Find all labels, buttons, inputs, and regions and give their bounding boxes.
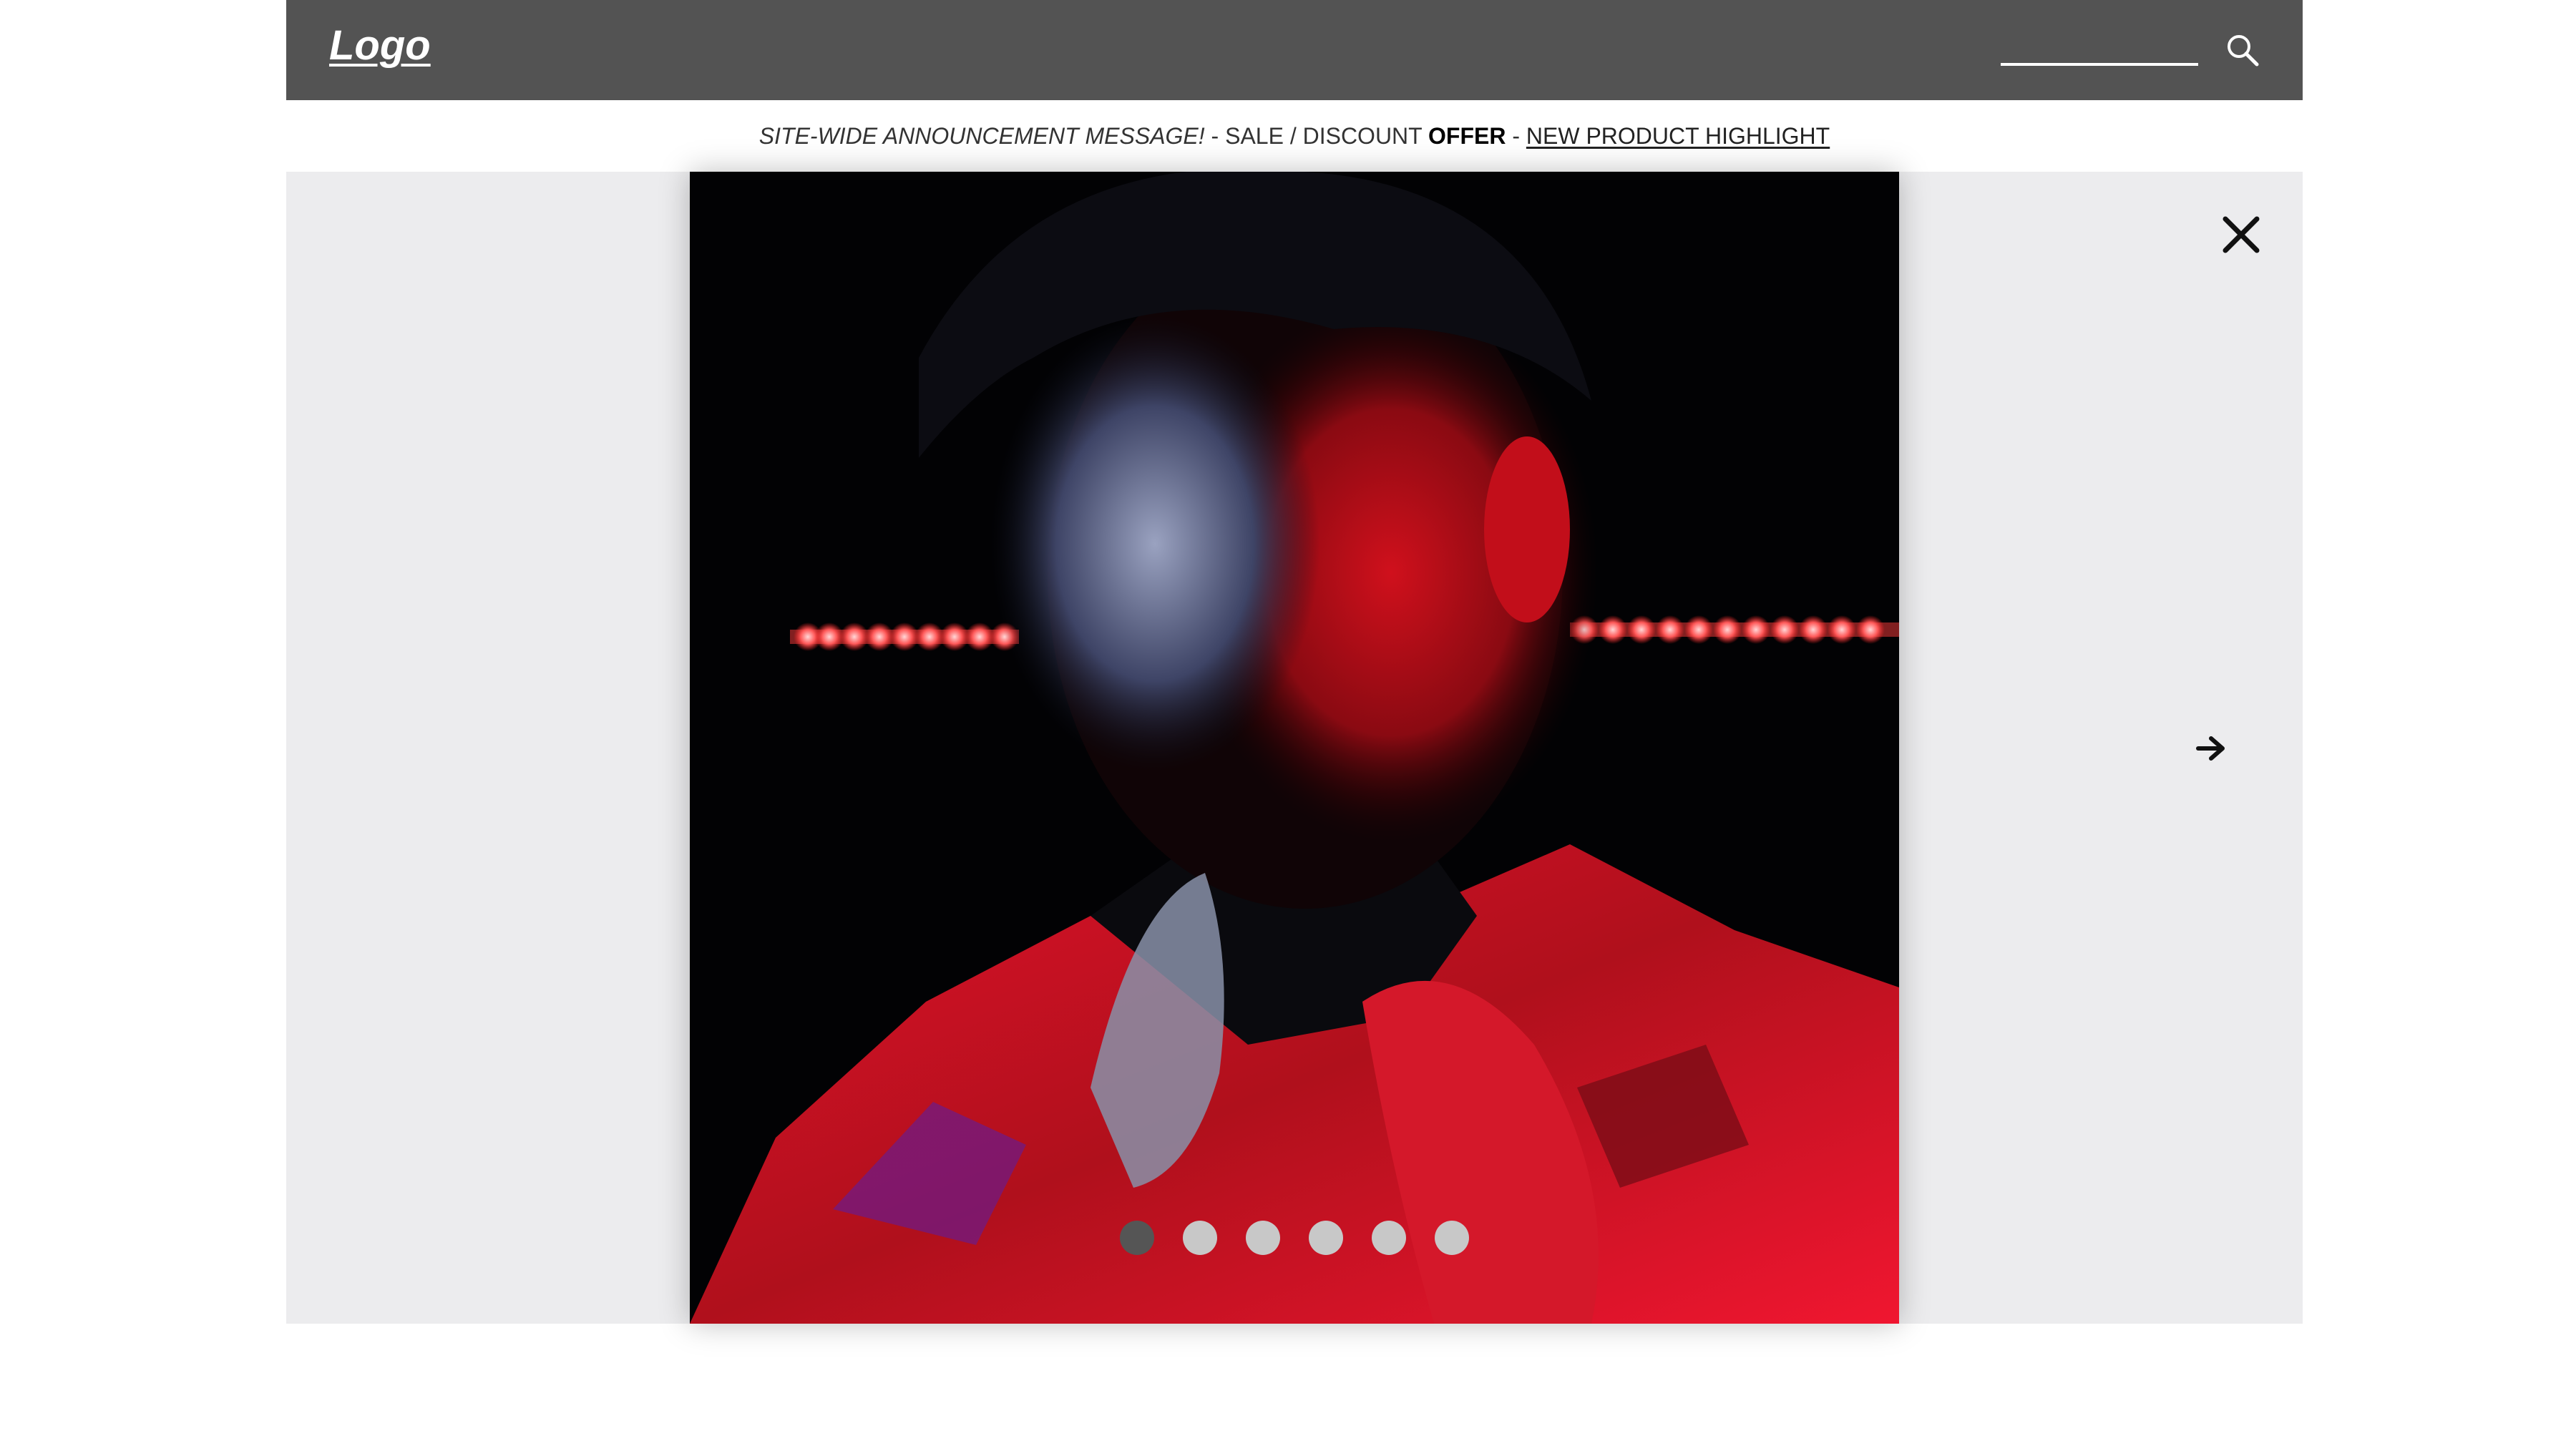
close-icon[interactable]: [2220, 213, 2263, 256]
carousel-dot[interactable]: [1435, 1221, 1469, 1255]
carousel-dot[interactable]: [1372, 1221, 1406, 1255]
product-image: [690, 172, 1899, 1324]
carousel-dot[interactable]: [1309, 1221, 1343, 1255]
logo-link[interactable]: Logo: [329, 21, 431, 69]
carousel-dot[interactable]: [1120, 1221, 1154, 1255]
announcement-message: SITE-WIDE ANNOUNCEMENT MESSAGE!: [758, 122, 1205, 149]
announcement-separator: - SALE / DISCOUNT: [1204, 122, 1429, 149]
new-product-link[interactable]: NEW PRODUCT HIGHLIGHT: [1526, 123, 1830, 150]
carousel-dot[interactable]: [1246, 1221, 1280, 1255]
arrow-right-icon[interactable]: [2194, 731, 2228, 766]
page: Logo SITE-WIDE ANNOUNCEMENT MESSAGE! - S…: [0, 0, 2576, 1431]
search-input[interactable]: [2001, 29, 2198, 66]
search-icon[interactable]: [2224, 31, 2261, 69]
carousel-dot[interactable]: [1183, 1221, 1217, 1255]
site-header: Logo: [286, 0, 2303, 100]
announcement-offer: OFFER: [1428, 122, 1506, 149]
announcement-bar: SITE-WIDE ANNOUNCEMENT MESSAGE! - SALE /…: [286, 100, 2303, 172]
carousel-indicators: [690, 1216, 1899, 1259]
announcement-separator: -: [1506, 122, 1526, 149]
image-lightbox: [286, 172, 2303, 1324]
